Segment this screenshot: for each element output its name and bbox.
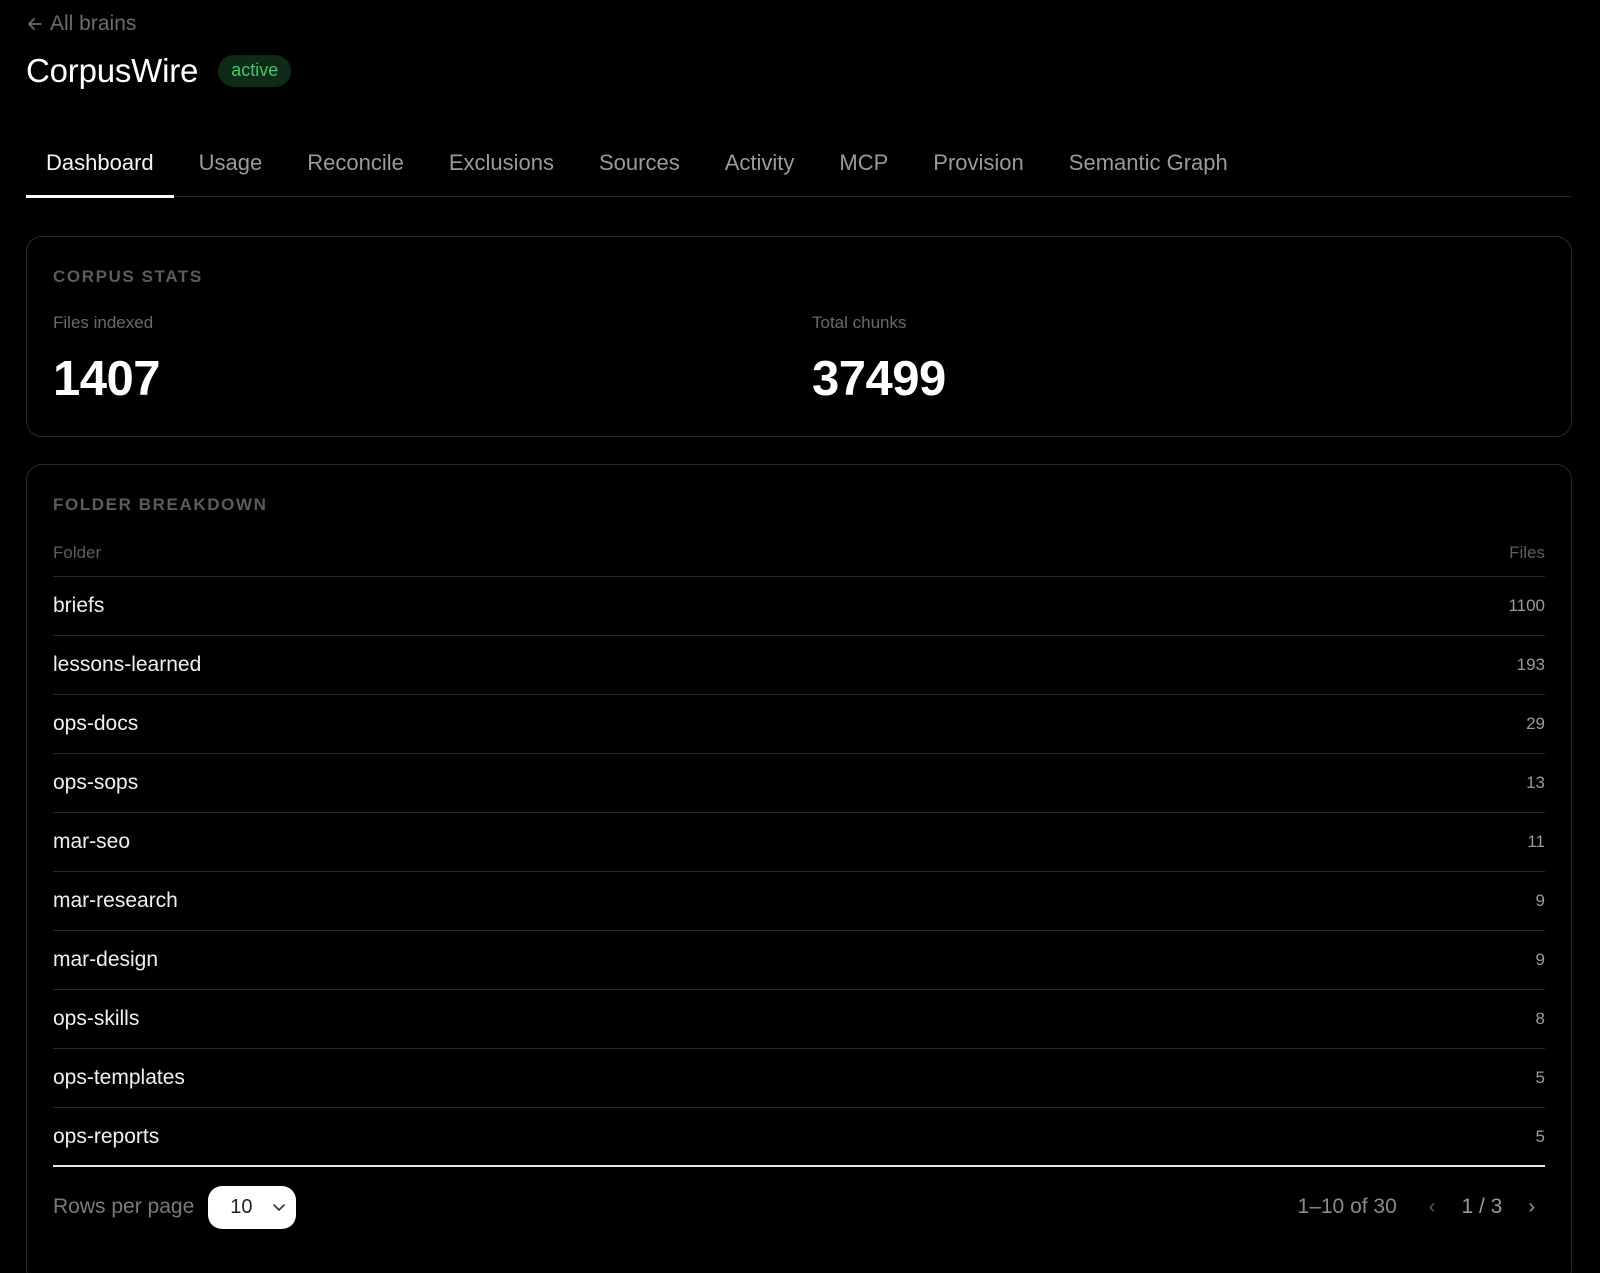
folder-name: ops-sops <box>53 771 139 794</box>
files-indexed-label: Files indexed <box>53 313 154 332</box>
file-count: 29 <box>1526 714 1545 733</box>
tab-bar: Dashboard Usage Reconcile Exclusions Sou… <box>26 138 1572 198</box>
next-page-button[interactable]: › <box>1518 1196 1545 1219</box>
folder-name: ops-templates <box>53 1066 185 1089</box>
rows-per-page-label: Rows per page <box>53 1195 195 1218</box>
table-row[interactable]: ops-skills 8 <box>53 990 1545 1049</box>
table-row[interactable]: lessons-learned 193 <box>53 636 1545 695</box>
tab-provision[interactable]: Provision <box>913 138 1043 197</box>
folder-breakdown-heading: FOLDER BREAKDOWN <box>53 495 268 514</box>
file-count: 9 <box>1535 891 1545 910</box>
table-row[interactable]: briefs 1100 <box>53 577 1545 636</box>
file-count: 13 <box>1526 773 1545 792</box>
pagination-range: 1–10 of 30 <box>1297 1195 1397 1218</box>
corpus-stats-heading: CORPUS STATS <box>53 267 203 286</box>
table-row[interactable]: ops-sops 13 <box>53 754 1545 813</box>
table-row[interactable]: ops-templates 5 <box>53 1049 1545 1108</box>
files-indexed-stat: Files indexed 1407 <box>53 313 161 407</box>
pagination-bar: Rows per page 10 1–10 of 30 ‹ 1 / 3 › <box>53 1185 1545 1229</box>
folder-name: lessons-learned <box>53 653 202 676</box>
folder-name: briefs <box>53 594 105 617</box>
tab-reconcile[interactable]: Reconcile <box>287 138 424 197</box>
table-row[interactable]: ops-reports 5 <box>53 1108 1545 1167</box>
column-header-files[interactable]: Files <box>1509 543 1545 563</box>
folder-name: mar-seo <box>53 830 131 853</box>
table-header: Folder Files <box>53 537 1545 577</box>
table-row[interactable]: mar-research 9 <box>53 872 1545 931</box>
table-row[interactable]: mar-seo 11 <box>53 813 1545 872</box>
corpus-stats-card: CORPUS STATS Files indexed 1407 Total ch… <box>26 236 1572 437</box>
files-indexed-value: 1407 <box>53 352 161 406</box>
file-count: 5 <box>1535 1126 1545 1146</box>
total-chunks-stat: Total chunks 37499 <box>812 313 946 407</box>
total-chunks-value: 37499 <box>812 352 946 406</box>
table-row[interactable]: mar-design 9 <box>53 931 1545 990</box>
file-count: 193 <box>1516 655 1545 674</box>
file-count: 11 <box>1527 832 1545 851</box>
arrow-left-icon <box>28 18 42 30</box>
file-count: 9 <box>1535 950 1545 969</box>
tab-exclusions[interactable]: Exclusions <box>429 138 574 197</box>
folder-name: ops-skills <box>53 1007 140 1030</box>
page-navigation: 1–10 of 30 ‹ 1 / 3 › <box>1298 1195 1545 1219</box>
rows-per-page-value: 10 <box>230 1195 253 1218</box>
file-count: 1100 <box>1508 596 1545 615</box>
chevron-down-icon <box>273 1204 286 1211</box>
rows-per-page-control: Rows per page 10 <box>53 1185 297 1229</box>
table-row[interactable]: ops-docs 29 <box>53 695 1545 754</box>
title-row: CorpusWire active <box>26 52 292 90</box>
tab-semantic-graph[interactable]: Semantic Graph <box>1049 138 1248 197</box>
page: All brains CorpusWire active Dashboard U… <box>0 0 1600 1273</box>
folder-name: ops-reports <box>53 1124 160 1148</box>
previous-page-button[interactable]: ‹ <box>1419 1196 1446 1219</box>
tab-activity[interactable]: Activity <box>705 138 815 197</box>
column-header-folder[interactable]: Folder <box>53 543 101 563</box>
folder-name: ops-docs <box>53 712 139 735</box>
tab-mcp[interactable]: MCP <box>819 138 908 197</box>
page-indicator: 1 / 3 <box>1461 1195 1503 1218</box>
folder-name: mar-research <box>53 889 178 912</box>
folder-breakdown-card: FOLDER BREAKDOWN Folder Files briefs 110… <box>26 464 1572 1273</box>
file-count: 5 <box>1535 1068 1545 1087</box>
tab-dashboard[interactable]: Dashboard <box>26 138 174 198</box>
back-link-label: All brains <box>50 12 137 35</box>
file-count: 8 <box>1535 1009 1545 1028</box>
back-to-all-brains-link[interactable]: All brains <box>26 12 136 36</box>
tab-usage[interactable]: Usage <box>179 138 283 197</box>
page-title: CorpusWire <box>26 52 199 89</box>
tab-sources[interactable]: Sources <box>579 138 700 197</box>
total-chunks-label: Total chunks <box>812 313 907 332</box>
folder-table: Folder Files briefs 1100 lessons-learned… <box>53 537 1545 1167</box>
folder-name: mar-design <box>53 948 159 971</box>
status-badge: active <box>218 55 292 87</box>
rows-per-page-select[interactable]: 10 <box>208 1185 297 1229</box>
